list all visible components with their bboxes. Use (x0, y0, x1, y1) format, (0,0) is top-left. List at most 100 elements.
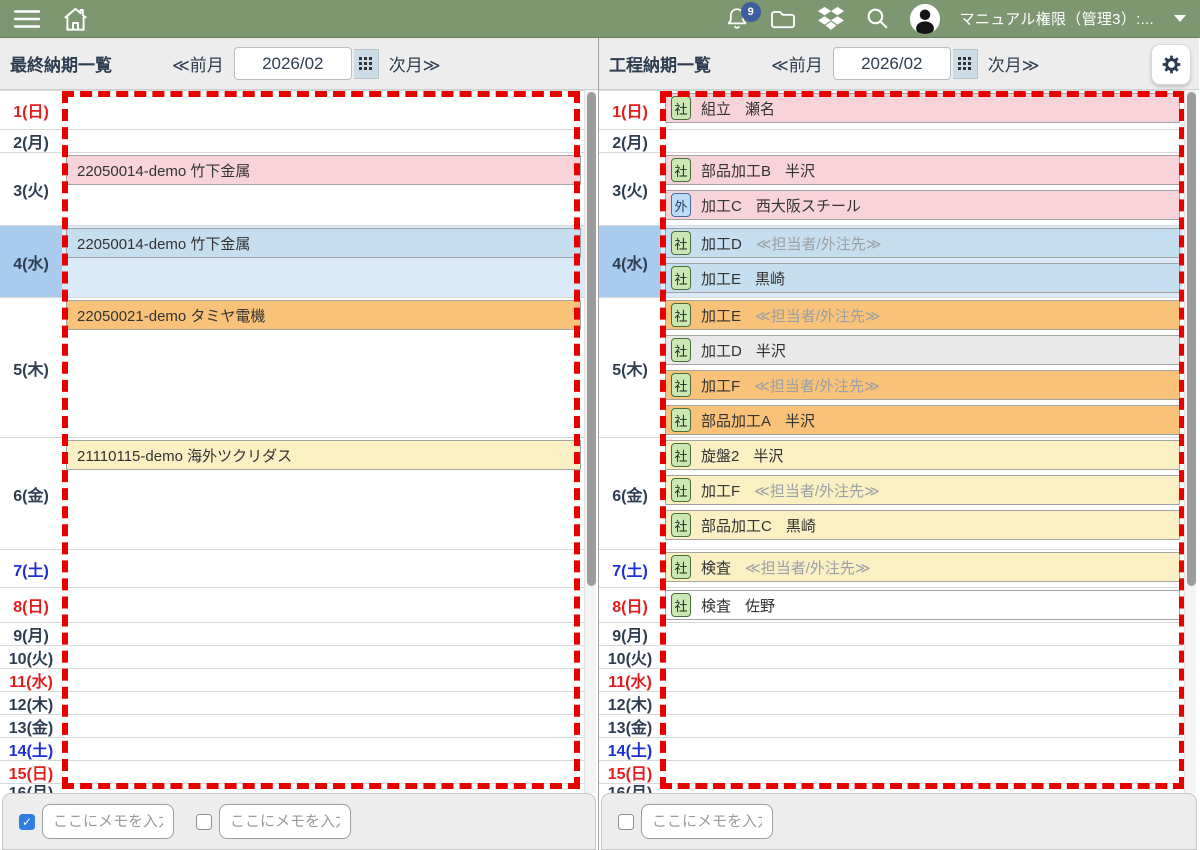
memo-checkbox[interactable]: ✓ (19, 814, 35, 830)
day-label: 11(水) (599, 669, 661, 691)
dropbox-icon[interactable] (817, 6, 845, 31)
process-entry[interactable]: 社加工E黒崎 (665, 263, 1180, 293)
process-entry[interactable]: 社検査佐野 (665, 590, 1180, 620)
day-content[interactable] (661, 692, 1183, 714)
day-content[interactable]: 社組立瀬名 (661, 91, 1183, 129)
prev-month-button[interactable]: ≪前月 (172, 51, 224, 76)
day-content[interactable]: 社部品加工B半沢外加工C西大阪スチール (661, 153, 1183, 225)
final-delivery-calendar: 1(日)2(月)3(火)22050014-demo 竹下金属4(水)220500… (0, 90, 598, 793)
process-entry[interactable]: 社組立瀬名 (665, 93, 1180, 123)
process-entry[interactable]: 社加工F≪担当者/外注先≫ (665, 370, 1180, 400)
next-month-button[interactable]: 次月≫ (389, 51, 441, 76)
month-input[interactable] (833, 47, 951, 80)
day-content[interactable] (661, 669, 1183, 691)
day-content[interactable] (661, 738, 1183, 760)
day-content[interactable] (62, 738, 584, 760)
user-avatar[interactable] (910, 4, 940, 34)
day-label: 16(月) (0, 784, 62, 793)
day-label: 3(火) (0, 153, 62, 225)
user-permission-label[interactable]: マニュアル権限（管理3）:... (960, 8, 1154, 29)
day-content[interactable]: 社加工E≪担当者/外注先≫社加工D半沢社加工F≪担当者/外注先≫社部品加工A半沢 (661, 298, 1183, 437)
day-content[interactable]: 22050014-demo 竹下金属 (62, 226, 584, 297)
process-entry[interactable]: 社部品加工B半沢 (665, 155, 1180, 185)
day-label: 16(月) (599, 784, 661, 793)
next-month-button[interactable]: 次月≫ (988, 51, 1040, 76)
day-content[interactable]: 21110115-demo 海外ツクリダス (62, 438, 584, 549)
order-text: 21110115-demo 海外ツクリダス (67, 445, 292, 466)
person-name: ≪担当者/外注先≫ (755, 305, 881, 326)
day-content[interactable] (62, 715, 584, 737)
day-label: 11(水) (0, 669, 62, 691)
calendar-row: 12(木) (0, 692, 584, 715)
process-entry[interactable]: 社部品加工C黒崎 (665, 510, 1180, 540)
day-content[interactable] (661, 715, 1183, 737)
calendar-row: 10(火) (0, 646, 584, 669)
day-content[interactable] (661, 130, 1183, 152)
delivery-entry[interactable]: 22050021-demo タミヤ電機 (66, 300, 581, 330)
day-content[interactable] (62, 91, 584, 129)
internal-badge: 社 (671, 373, 691, 397)
day-content[interactable]: 22050014-demo 竹下金属 (62, 153, 584, 225)
day-content[interactable] (62, 784, 584, 793)
day-content[interactable] (62, 646, 584, 668)
process-entry[interactable]: 社加工F≪担当者/外注先≫ (665, 475, 1180, 505)
calendar-picker-icon[interactable] (953, 49, 978, 79)
memo-checkbox[interactable] (618, 814, 634, 830)
calendar-row: 15(日) (0, 761, 584, 784)
panel-title: 工程納期一覧 (609, 51, 711, 76)
scrollbar-thumb[interactable] (587, 92, 596, 586)
month-input[interactable] (234, 47, 352, 80)
prev-month-button[interactable]: ≪前月 (771, 51, 823, 76)
day-content[interactable] (661, 646, 1183, 668)
memo-input[interactable] (42, 804, 174, 839)
order-text: 22050014-demo 竹下金属 (67, 233, 250, 254)
home-icon[interactable] (62, 6, 89, 32)
process-name: 加工F (701, 375, 740, 396)
search-icon[interactable] (865, 6, 890, 31)
day-content[interactable]: 社旋盤2半沢社加工F≪担当者/外注先≫ 社部品加工C黒崎 (661, 438, 1183, 549)
calendar-row: 6(金)21110115-demo 海外ツクリダス (0, 438, 584, 550)
day-content[interactable]: 22050021-demo タミヤ電機 (62, 298, 584, 437)
day-content[interactable] (62, 761, 584, 783)
process-entry[interactable]: 社加工D≪担当者/外注先≫ (665, 228, 1180, 258)
day-content[interactable] (62, 692, 584, 714)
process-entry[interactable]: 社部品加工A半沢 (665, 405, 1180, 435)
scrollbar-thumb[interactable] (1187, 92, 1196, 586)
memo-input[interactable] (219, 804, 351, 839)
internal-badge: 社 (671, 266, 691, 290)
day-content[interactable] (62, 550, 584, 587)
memo-group: ✓ (19, 804, 174, 839)
process-name: 加工D (701, 233, 742, 254)
calendar-picker-icon[interactable] (354, 49, 379, 79)
process-deadline-panel: 工程納期一覧 ≪前月 次月≫ (598, 38, 1199, 850)
folder-icon[interactable] (769, 7, 797, 31)
hamburger-menu-icon[interactable] (14, 9, 40, 29)
day-content[interactable] (62, 623, 584, 645)
memo-checkbox[interactable] (196, 814, 212, 830)
day-content[interactable] (661, 784, 1183, 793)
day-label: 1(日) (0, 91, 62, 129)
internal-badge: 社 (671, 158, 691, 182)
day-content[interactable] (661, 761, 1183, 783)
delivery-entry[interactable]: 22050014-demo 竹下金属 (66, 155, 581, 185)
internal-badge: 社 (671, 231, 691, 255)
day-content[interactable] (661, 623, 1183, 645)
settings-gear-button[interactable] (1151, 44, 1191, 85)
final-delivery-panel: 最終納期一覧 ≪前月 次月≫ 1(日)2(月)3(火)22050014-demo… (0, 38, 599, 850)
process-entry[interactable]: 外加工C西大阪スチール (665, 190, 1180, 220)
user-menu-chevron-icon[interactable] (1174, 15, 1186, 22)
process-entry[interactable]: 社旋盤2半沢 (665, 440, 1180, 470)
memo-input[interactable] (641, 804, 773, 839)
day-content[interactable]: 社検査≪担当者/外注先≫ (661, 550, 1183, 587)
day-content[interactable] (62, 588, 584, 622)
day-content[interactable] (62, 669, 584, 691)
day-content[interactable]: 社加工D≪担当者/外注先≫ 社加工E黒崎 (661, 226, 1183, 297)
day-content[interactable] (62, 130, 584, 152)
notification-bell-icon[interactable]: 9 (725, 6, 749, 31)
day-content[interactable]: 社検査佐野 (661, 588, 1183, 622)
delivery-entry[interactable]: 21110115-demo 海外ツクリダス (66, 440, 581, 470)
process-entry[interactable]: 社検査≪担当者/外注先≫ (665, 552, 1180, 582)
process-entry[interactable]: 社加工D半沢 (665, 335, 1180, 365)
process-entry[interactable]: 社加工E≪担当者/外注先≫ (665, 300, 1180, 330)
delivery-entry[interactable]: 22050014-demo 竹下金属 (66, 228, 581, 258)
